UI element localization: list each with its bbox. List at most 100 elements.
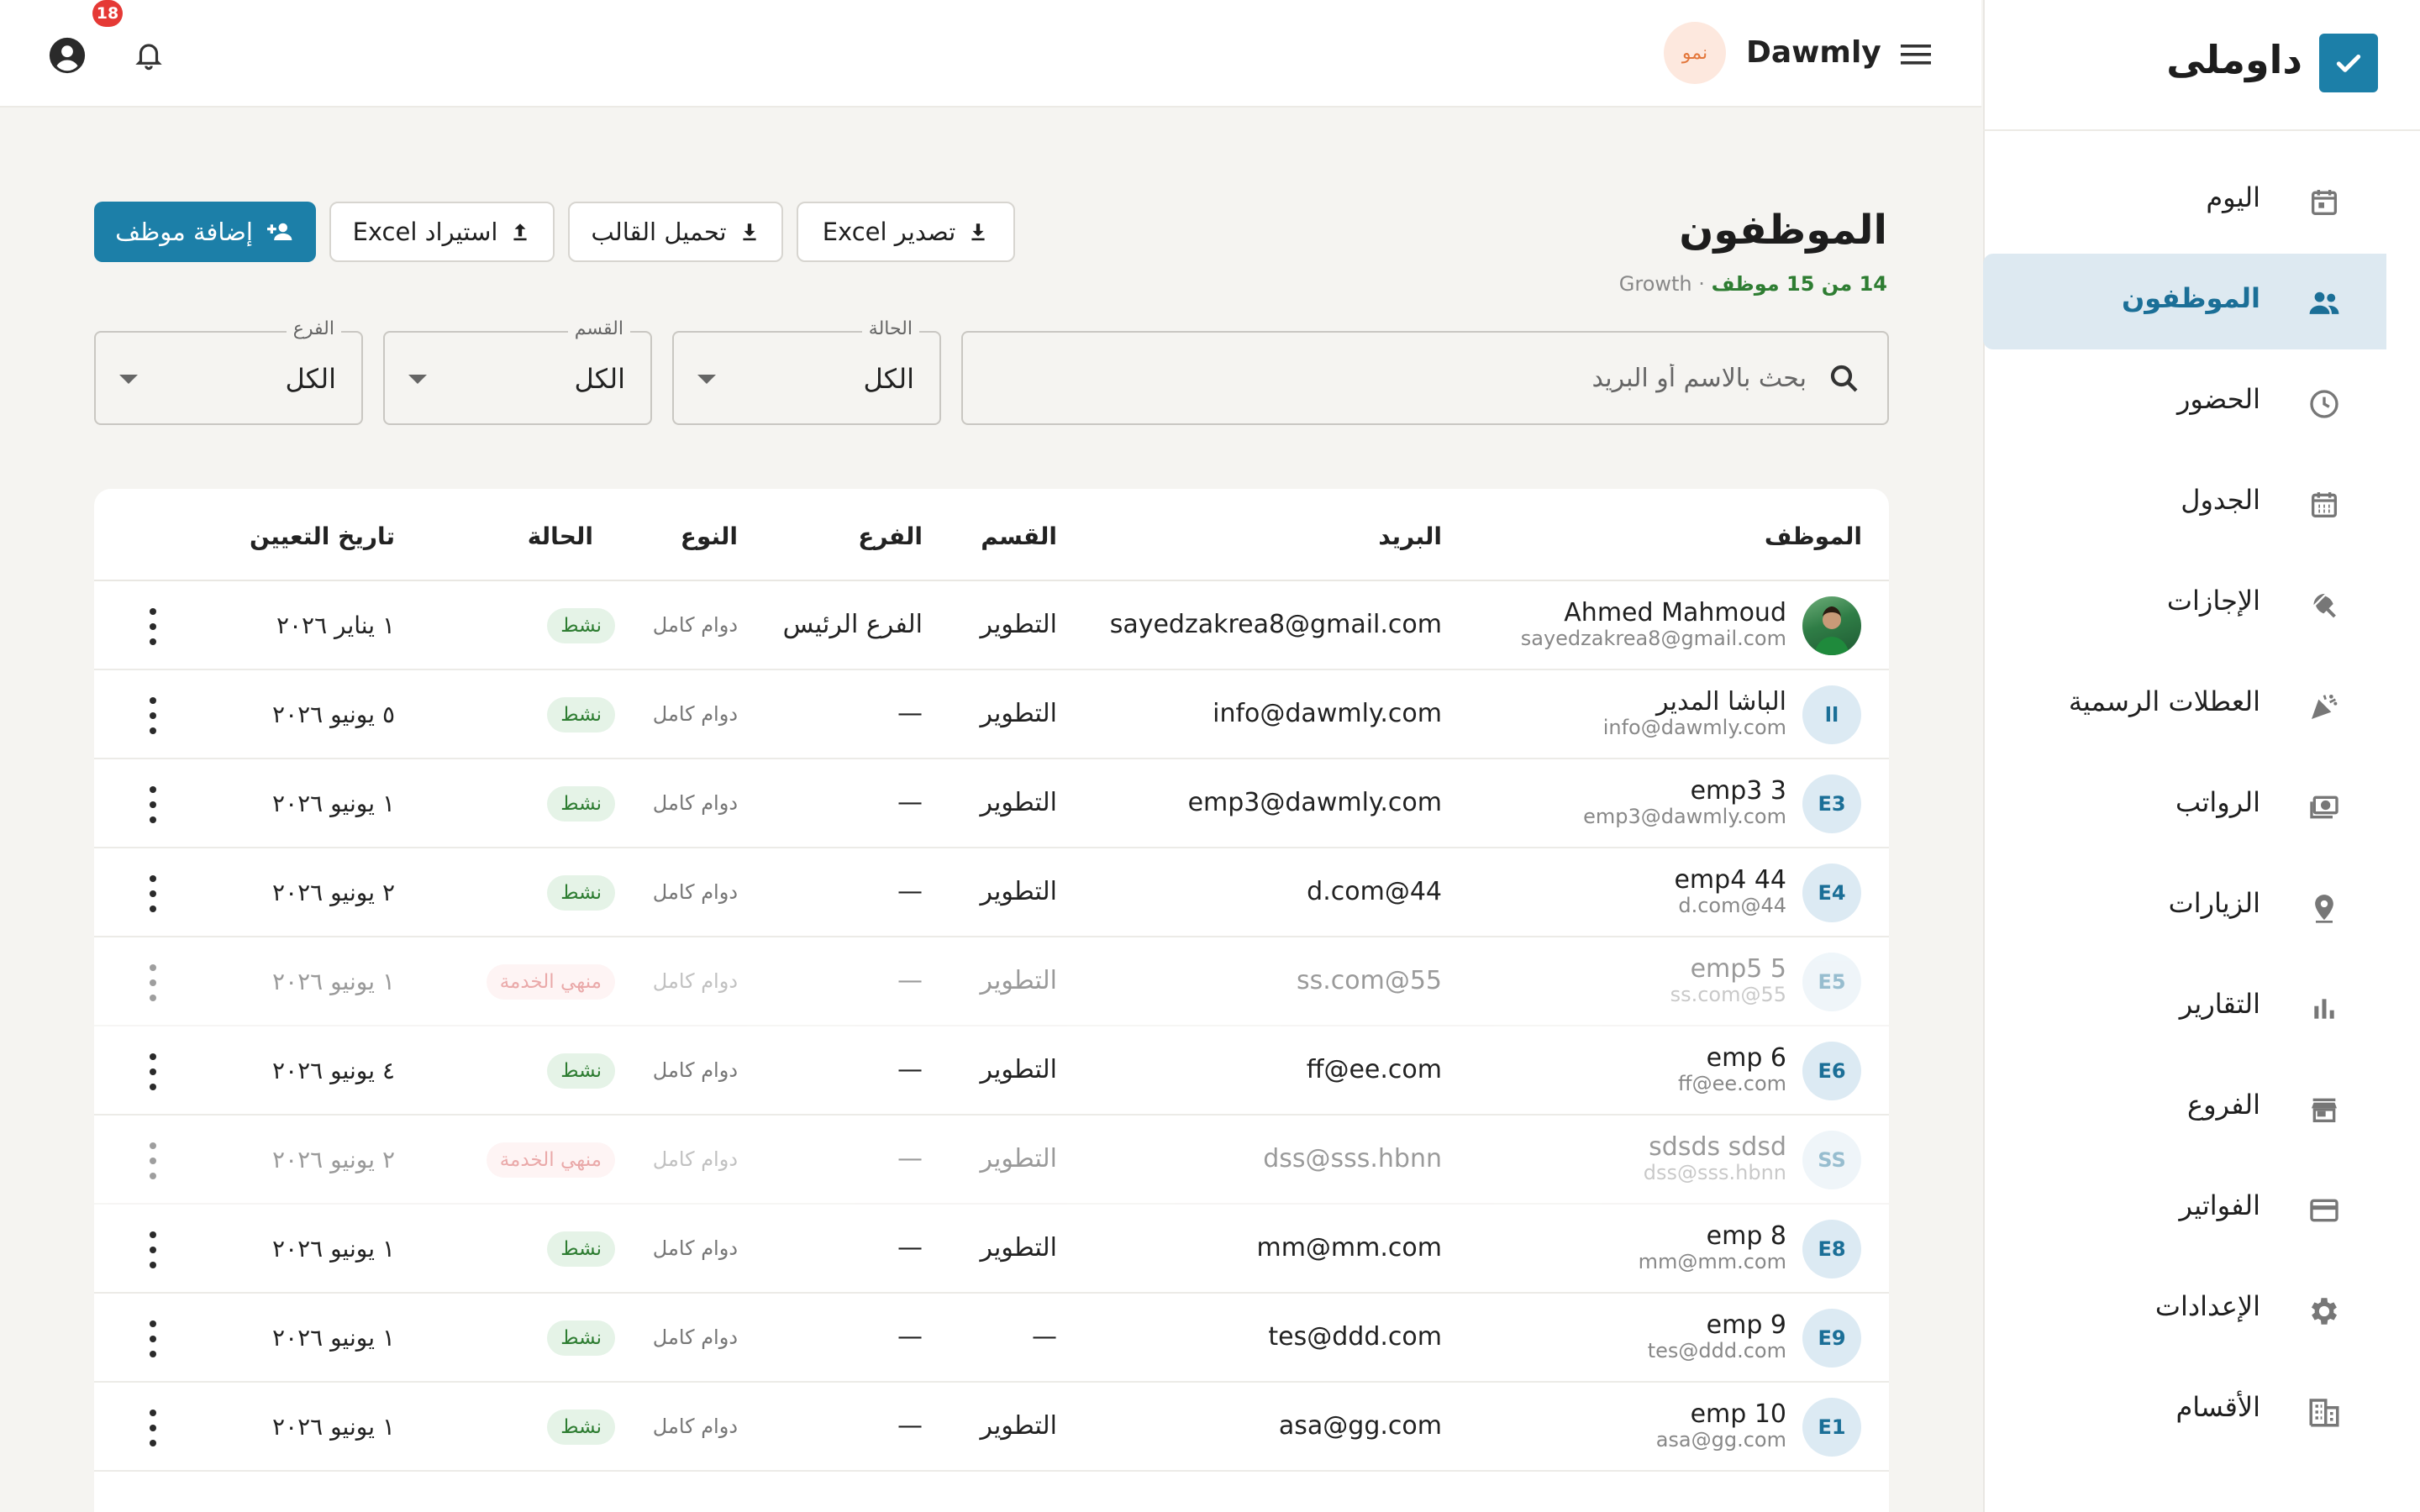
table-row[interactable]: E5 emp5 5 ss.com@55 ss.com@55 التطوير — دوام ك… — [94, 937, 1889, 1026]
more-vert-icon[interactable] — [145, 875, 161, 912]
table-row[interactable]: E1 emp 10 asa@gg.com asa@gg.com التطوير — دوام… — [94, 1383, 1889, 1472]
employee-count-subtitle: 14 من 15 موظف · Growth — [1619, 272, 1887, 296]
department-filter-select[interactable]: القسم الكل — [383, 318, 652, 425]
column-header-department[interactable]: القسم — [981, 522, 1057, 550]
brand: داوملى — [1983, 0, 2420, 131]
hire-date: ١ يونيو ٢٠٢٦ — [272, 968, 395, 995]
sidebar-item-visits[interactable]: الزيارات — [1983, 858, 2386, 954]
employee-name[interactable]: emp 8 — [1707, 1221, 1786, 1251]
employee-name[interactable]: emp4 44 — [1674, 865, 1786, 895]
gear-icon — [2306, 1293, 2343, 1330]
menu-icon[interactable] — [1892, 34, 1939, 76]
employee-email: asa@gg.com — [1278, 1411, 1442, 1441]
credit-card-icon — [2306, 1192, 2343, 1229]
more-vert-icon[interactable] — [145, 608, 161, 645]
more-vert-icon[interactable] — [145, 1320, 161, 1357]
column-header-type[interactable]: النوع — [681, 522, 738, 550]
avatar: E3 — [1802, 774, 1861, 833]
sidebar-item-label: الفروع — [2186, 1089, 2260, 1121]
column-header-hire-date[interactable]: تاريخ التعيين — [250, 522, 395, 550]
calendar-today-icon — [2306, 184, 2343, 221]
employee-name[interactable]: emp3 3 — [1691, 776, 1786, 806]
more-vert-icon[interactable] — [145, 1053, 161, 1090]
employee-type: دوام كامل — [652, 702, 738, 726]
status-badge: نشط — [547, 1320, 615, 1356]
table-row[interactable]: E6 emp 6 ff@ee.com ff@ee.com التطوير — دوام كا… — [94, 1026, 1889, 1116]
table-row[interactable]: اا الباشا المدير info@dawmly.com info@dawml… — [94, 670, 1889, 759]
employee-branch: — — [897, 1411, 923, 1441]
employee-name[interactable]: emp5 5 — [1691, 954, 1786, 984]
top-bar: Dawmly نمو 18 — [0, 0, 1981, 108]
sidebar-item-departments[interactable]: الأقسام — [1983, 1362, 2386, 1458]
employee-email-sub: ff@ee.com — [1678, 1072, 1786, 1095]
account-circle-icon[interactable] — [44, 32, 91, 79]
hire-date: ١ يناير ٢٠٢٦ — [276, 612, 395, 639]
employee-name[interactable]: emp 10 — [1691, 1399, 1786, 1429]
employee-type: دوام كامل — [652, 791, 738, 815]
brand-check-icon — [2319, 34, 2378, 92]
location-pin-icon — [2306, 890, 2343, 927]
hire-date: ٥ يونيو ٢٠٢٦ — [272, 701, 395, 728]
export-excel-button[interactable]: تصدير Excel — [797, 202, 1015, 262]
add-employee-button[interactable]: إضافة موظف — [94, 202, 316, 262]
sidebar-item-leaves[interactable]: الإجازات — [1983, 556, 2386, 652]
table-row[interactable]: SS sdsds sdsd dss@sss.hbnn dss@sss.hbnn التط… — [94, 1116, 1889, 1205]
import-excel-button[interactable]: استيراد Excel — [329, 202, 555, 262]
column-header-status[interactable]: الحالة — [528, 522, 593, 550]
bell-icon[interactable] — [128, 34, 170, 76]
employee-email-sub: ss.com@55 — [1670, 983, 1786, 1006]
sidebar-item-settings[interactable]: الإعدادات — [1983, 1262, 2386, 1357]
more-vert-icon[interactable] — [145, 1142, 161, 1179]
table-row[interactable]: E8 emp 8 mm@mm.com mm@mm.com التطوير — دوام كا… — [94, 1205, 1889, 1294]
sidebar-item-today[interactable]: اليوم — [1983, 153, 2386, 249]
employee-name[interactable]: الباشا المدير — [1656, 687, 1786, 717]
more-vert-icon[interactable] — [145, 964, 161, 1001]
sidebar-item-payroll[interactable]: الرواتب — [1983, 758, 2386, 853]
sidebar: داوملى اليوم الموظفون الحضور الجدول الإج… — [1983, 0, 2420, 1512]
hire-date: ٢ يونيو ٢٠٢٦ — [272, 1146, 395, 1173]
branch-filter-select[interactable]: الفرع الكل — [94, 318, 363, 425]
employee-name[interactable]: sdsds sdsd — [1649, 1132, 1786, 1162]
hire-date: ١ يونيو ٢٠٢٦ — [272, 1413, 395, 1441]
column-header-email[interactable]: البريد — [1378, 522, 1442, 550]
more-vert-icon[interactable] — [145, 697, 161, 734]
more-vert-icon[interactable] — [145, 1231, 161, 1268]
more-vert-icon[interactable] — [145, 1410, 161, 1446]
download-template-button[interactable]: تحميل القالب — [568, 202, 783, 262]
status-filter-select[interactable]: الحالة الكل — [672, 318, 941, 425]
employee-department: التطوير — [980, 1144, 1057, 1173]
status-filter-value: الكل — [863, 363, 914, 395]
notification-count-badge: 18 — [92, 0, 123, 27]
employee-branch: — — [897, 1055, 923, 1084]
sidebar-item-employees[interactable]: الموظفون — [1983, 254, 2386, 349]
avatar: E1 — [1802, 1398, 1861, 1457]
sidebar-item-schedule[interactable]: الجدول — [1983, 455, 2386, 551]
column-header-branch[interactable]: الفرع — [858, 522, 923, 550]
table-row[interactable]: E9 emp 9 tes@ddd.com tes@ddd.com — — دوام كامل… — [94, 1294, 1889, 1383]
sidebar-item-reports[interactable]: التقارير — [1983, 959, 2386, 1055]
sidebar-item-holidays[interactable]: العطلات الرسمية — [1983, 657, 2386, 753]
employee-email: emp3@dawmly.com — [1187, 788, 1442, 817]
employee-type: دوام كامل — [652, 969, 738, 993]
search-field[interactable] — [961, 331, 1889, 425]
chevron-down-icon — [408, 375, 427, 384]
employee-type: دوام كامل — [652, 613, 738, 637]
status-badge: نشط — [547, 1231, 615, 1267]
employee-name[interactable]: Ahmed Mahmoud — [1564, 598, 1786, 627]
sidebar-item-attendance[interactable]: الحضور — [1983, 354, 2386, 450]
more-vert-icon[interactable] — [145, 786, 161, 823]
employee-email-sub: asa@gg.com — [1655, 1428, 1786, 1452]
sidebar-item-invoices[interactable]: الفواتير — [1983, 1161, 2386, 1257]
employee-name[interactable]: emp 6 — [1707, 1043, 1786, 1073]
search-icon — [1827, 361, 1862, 396]
column-header-employee[interactable]: الموظف — [1765, 522, 1862, 550]
table-row[interactable]: Ahmed Mahmoud sayedzakrea8@gmail.com sayed… — [94, 581, 1889, 670]
table-row[interactable]: E4 emp4 44 d.com@44 d.com@44 التطوير — دوام كا… — [94, 848, 1889, 937]
search-input[interactable] — [1050, 354, 1807, 402]
sidebar-item-label: التقارير — [2179, 988, 2260, 1020]
table-row[interactable]: E3 emp3 3 emp3@dawmly.com emp3@dawmly.com ال… — [94, 759, 1889, 848]
sidebar-item-branches[interactable]: الفروع — [1983, 1060, 2386, 1156]
employee-name[interactable]: emp 9 — [1707, 1310, 1786, 1340]
employee-department: التطوير — [980, 788, 1057, 817]
sidebar-item-label: اليوم — [2206, 181, 2260, 213]
